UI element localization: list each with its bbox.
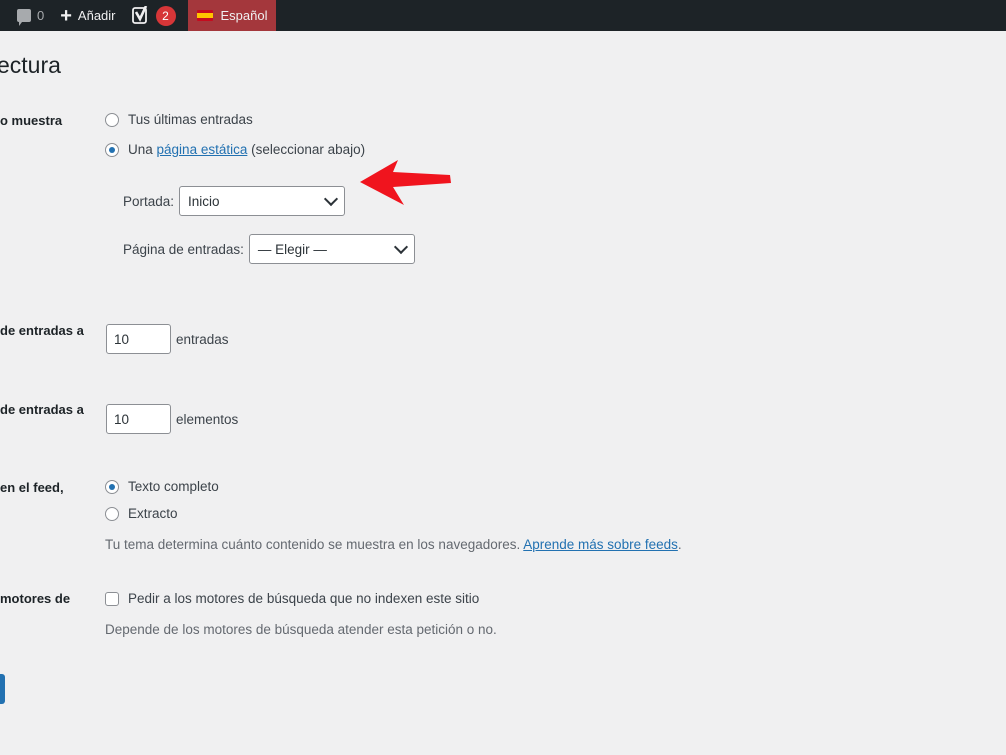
discourage-search-row[interactable]: Pedir a los motores de búsqueda que no i… xyxy=(105,591,479,606)
feed-content-label: en el feed, xyxy=(0,480,64,495)
radio-full-text[interactable]: Texto completo xyxy=(105,479,219,494)
add-new-menu[interactable]: + Añadir xyxy=(52,0,123,31)
radio-excerpt-label: Extracto xyxy=(128,506,178,521)
chevron-down-icon xyxy=(323,191,339,207)
yoast-logo-icon xyxy=(131,5,147,24)
feed-description: Tu tema determina cuánto contenido se mu… xyxy=(105,537,682,552)
posts-page-select[interactable]: — Elegir — xyxy=(248,234,415,264)
discourage-search-label: Pedir a los motores de búsqueda que no i… xyxy=(128,591,480,606)
radio-button[interactable] xyxy=(105,112,119,127)
static-page-link[interactable]: página estática xyxy=(157,142,248,157)
comments-menu[interactable]: 0 xyxy=(0,0,52,31)
learn-more-feeds-link[interactable]: Aprende más sobre feeds xyxy=(523,537,678,552)
radio-full-text-label: Texto completo xyxy=(128,479,219,494)
front-page-value: Inicio xyxy=(188,193,220,209)
yoast-notification-badge: 2 xyxy=(155,5,176,26)
discourage-search-checkbox[interactable] xyxy=(105,591,119,606)
feed-description-text: Tu tema determina cuánto contenido se mu… xyxy=(105,537,521,552)
posts-page-label: Página de entradas: xyxy=(123,241,244,257)
red-arrow-annotation xyxy=(360,160,451,205)
radio-button-checked[interactable] xyxy=(105,479,119,494)
plus-icon: + xyxy=(60,4,72,27)
front-page-row: Portada: Inicio xyxy=(123,186,346,216)
radio-latest-posts-label: Tus últimas entradas xyxy=(128,112,253,127)
search-visibility-label: motores de xyxy=(0,591,71,606)
spain-flag-icon xyxy=(196,10,213,21)
syndication-feeds-label: de entradas a xyxy=(0,402,84,417)
blog-pages-label: de entradas a xyxy=(0,323,84,338)
radio-static-suffix: (seleccionar abajo) xyxy=(251,142,366,157)
radio-button-checked[interactable] xyxy=(105,142,119,157)
radio-static-page[interactable]: Una página estática (seleccionar abajo) xyxy=(105,142,365,157)
front-page-select[interactable]: Inicio xyxy=(179,186,346,216)
feed-items-row: 10 elementos xyxy=(106,404,238,434)
posts-per-page-row: 10 entradas xyxy=(106,324,229,354)
add-new-label: Añadir xyxy=(77,8,116,23)
posts-per-page-input[interactable]: 10 xyxy=(106,324,171,354)
language-label: Español xyxy=(220,8,268,23)
posts-page-row: Página de entradas: — Elegir — xyxy=(123,234,415,264)
yoast-menu[interactable]: 2 xyxy=(124,0,184,31)
posts-per-page-unit: entradas xyxy=(176,331,229,347)
radio-button[interactable] xyxy=(105,506,119,521)
homepage-displays-label: o muestra xyxy=(0,113,63,128)
page-title: ectura xyxy=(0,52,61,78)
posts-page-value: — Elegir — xyxy=(257,241,327,257)
radio-static-prefix: Una xyxy=(128,142,153,157)
feed-items-input[interactable]: 10 xyxy=(106,404,171,434)
feed-items-unit: elementos xyxy=(176,411,239,427)
comments-count: 0 xyxy=(37,8,45,23)
radio-excerpt[interactable]: Extracto xyxy=(105,506,178,521)
language-switcher[interactable]: Español xyxy=(187,0,277,31)
feed-description-end: . xyxy=(677,537,682,552)
admin-bar: 0 + Añadir 2 Español xyxy=(0,0,1006,31)
radio-latest-posts[interactable]: Tus últimas entradas xyxy=(105,112,253,127)
search-visibility-description: Depende de los motores de búsqueda atend… xyxy=(105,622,497,637)
chevron-down-icon xyxy=(393,239,408,255)
front-page-label: Portada: xyxy=(123,193,175,209)
comment-bubble-icon xyxy=(17,9,31,26)
save-changes-button[interactable] xyxy=(0,674,5,704)
